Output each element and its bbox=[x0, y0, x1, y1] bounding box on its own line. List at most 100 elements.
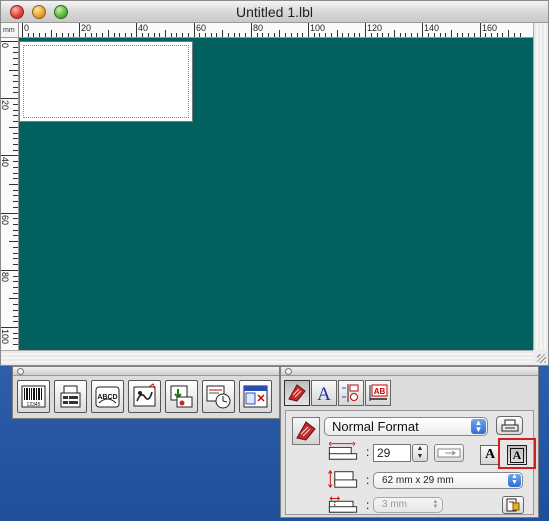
ruler-tick bbox=[13, 321, 18, 322]
properties-palette-close-button[interactable] bbox=[285, 368, 292, 375]
media-size-value: 62 mm x 29 mm bbox=[382, 475, 454, 486]
chevron-updown-icon: ▲ ▼ bbox=[471, 419, 486, 434]
tools-palette-titlebar[interactable] bbox=[13, 367, 279, 376]
format-select[interactable]: Normal Format ▲ ▼ bbox=[324, 417, 488, 436]
ruler-tick bbox=[325, 33, 326, 37]
ruler-tick bbox=[205, 33, 206, 37]
ruler-tick bbox=[13, 190, 18, 191]
ruler-tick bbox=[239, 33, 240, 37]
ruler-tick bbox=[148, 33, 149, 37]
tab-font-properties[interactable]: A bbox=[311, 380, 337, 406]
tab-layout-properties[interactable] bbox=[338, 380, 364, 406]
ruler-tick bbox=[13, 224, 18, 225]
ruler-tick bbox=[1, 155, 18, 156]
ruler-tick bbox=[405, 33, 406, 37]
ruler-tick bbox=[13, 235, 18, 236]
ruler-tick bbox=[9, 70, 18, 71]
ruler-tick bbox=[13, 167, 18, 168]
margin-value: 3 mm bbox=[382, 499, 407, 510]
ruler-tick bbox=[308, 23, 309, 37]
ruler-tick bbox=[13, 92, 18, 93]
ruler-tick bbox=[274, 33, 275, 37]
ruler-tick bbox=[251, 23, 252, 37]
highlight-annotation bbox=[498, 438, 536, 469]
ruler-tick bbox=[13, 201, 18, 202]
ruler-tick bbox=[474, 33, 475, 37]
auto-length-icon bbox=[437, 448, 461, 458]
ruler-tick bbox=[1, 270, 18, 271]
ruler-tick bbox=[142, 33, 143, 37]
ruler-tick bbox=[13, 195, 18, 196]
length-stepper[interactable]: ▲ ▼ bbox=[412, 444, 428, 462]
ruler-tick bbox=[13, 133, 18, 134]
tab-text-properties[interactable]: AB bbox=[365, 380, 391, 406]
resize-handle[interactable] bbox=[533, 350, 548, 365]
horizontal-scrollbar[interactable] bbox=[1, 350, 533, 365]
window-title: Untitled 1.lbl bbox=[235, 4, 314, 20]
ruler-tick bbox=[394, 30, 395, 37]
ruler-tick bbox=[434, 33, 435, 37]
tools-palette-close-button[interactable] bbox=[17, 368, 24, 375]
font-a-icon: A bbox=[317, 384, 331, 404]
image-icon bbox=[170, 385, 193, 408]
ruler-tick bbox=[33, 33, 34, 37]
ruler-tick bbox=[199, 33, 200, 37]
ruler-tick bbox=[285, 33, 286, 37]
document-properties-button[interactable] bbox=[502, 496, 524, 514]
length-input[interactable]: 29 bbox=[373, 444, 411, 462]
clipart-tool-button[interactable] bbox=[128, 380, 161, 413]
ruler-number: 60 bbox=[196, 23, 207, 33]
ruler-tick bbox=[1, 41, 18, 42]
barcode-tool-button[interactable]: 12345 bbox=[17, 380, 50, 413]
ruler-tick bbox=[165, 30, 166, 37]
date-time-tool-button[interactable] bbox=[202, 380, 235, 413]
ruler-tick bbox=[176, 33, 177, 37]
media-size-select[interactable]: 62 mm x 29 mm ▲ ▼ bbox=[373, 472, 523, 489]
ruler-tick bbox=[365, 23, 366, 37]
ruler-tick bbox=[319, 33, 320, 37]
ruler-tick bbox=[1, 213, 18, 214]
label-sheet[interactable] bbox=[19, 41, 193, 122]
ruler-tick bbox=[39, 33, 40, 37]
print-button[interactable] bbox=[496, 416, 523, 435]
ruler-tick bbox=[62, 33, 63, 37]
ruler-tick bbox=[228, 33, 229, 37]
ruler-tick bbox=[342, 33, 343, 37]
ruler-tick bbox=[13, 144, 18, 145]
chevron-updown-icon: ▲ ▼ bbox=[432, 499, 439, 510]
text-style-normal-button[interactable]: A bbox=[480, 445, 500, 465]
label-canvas[interactable] bbox=[19, 38, 533, 350]
title-bar[interactable]: Untitled 1.lbl bbox=[1, 1, 548, 23]
ruler-tick bbox=[13, 110, 18, 111]
ruler-tick bbox=[13, 173, 18, 174]
tape-width-icon bbox=[328, 469, 358, 489]
ruler-tick bbox=[114, 33, 115, 37]
ruler-tick bbox=[13, 247, 18, 248]
ruler-tick bbox=[457, 33, 458, 37]
page-properties-panel: Normal Format ▲ ▼ : 29 ▲ ▼ A A: 62 mm x… bbox=[285, 410, 536, 515]
layout-tool-button[interactable] bbox=[239, 380, 272, 413]
ruler-number: 80 bbox=[1, 272, 10, 283]
ruler-tick bbox=[440, 33, 441, 37]
ruler-number: 80 bbox=[253, 23, 264, 33]
text-arrange-tool-button[interactable]: ABCD bbox=[91, 380, 124, 413]
ruler-tick bbox=[13, 258, 18, 259]
ruler-tick bbox=[131, 33, 132, 37]
auto-length-button[interactable] bbox=[434, 444, 464, 462]
ruler-tick bbox=[13, 138, 18, 139]
ruler-number: 100 bbox=[310, 23, 326, 33]
ruler-tick bbox=[485, 33, 486, 37]
ruler-tick bbox=[211, 33, 212, 37]
ruler-tick bbox=[13, 75, 18, 76]
ruler-tick bbox=[56, 33, 57, 37]
vertical-scrollbar[interactable] bbox=[533, 23, 548, 350]
document-icon bbox=[506, 498, 520, 512]
ruler-tick bbox=[13, 161, 18, 162]
database-tool-button[interactable] bbox=[54, 380, 87, 413]
tab-page-properties[interactable] bbox=[284, 380, 310, 406]
main-window: Untitled 1.lbl mm 0 20 40 60 80 100 120 140 160 … bbox=[0, 0, 549, 366]
ruler-tick bbox=[9, 298, 18, 299]
image-tool-button[interactable] bbox=[165, 380, 198, 413]
ruler-tick bbox=[13, 58, 18, 59]
properties-palette-titlebar[interactable] bbox=[281, 367, 538, 376]
